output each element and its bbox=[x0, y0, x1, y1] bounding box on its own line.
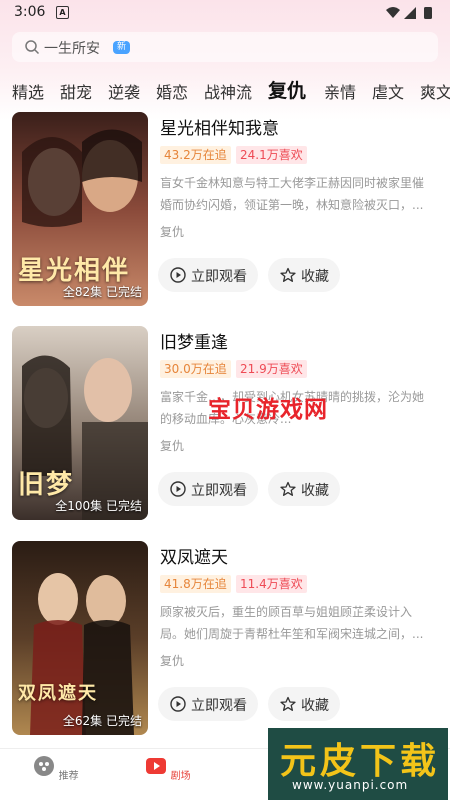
drama-genre: 复仇 bbox=[160, 439, 185, 453]
poster-art bbox=[12, 541, 148, 735]
follow-count-badge: 30.0万在追 bbox=[160, 360, 231, 378]
tab-jingxuan[interactable]: 精选 bbox=[12, 79, 44, 103]
play-icon bbox=[170, 481, 186, 497]
episode-info: 全62集 已完结 bbox=[63, 712, 142, 729]
nav-recommend[interactable]: 推荐 bbox=[26, 755, 86, 782]
star-icon bbox=[280, 267, 296, 282]
episode-count: 全82集 bbox=[62, 285, 103, 299]
drama-card[interactable]: 星光相伴 全82集 已完结 星光相伴知我意 43.2万在追 24.1万喜欢 盲女… bbox=[0, 112, 450, 312]
nav-recommend-label: 推荐 bbox=[58, 771, 79, 782]
drama-description: 盲女千金林知意与特工大佬李正赫因同时被家里催婚而协约闪婚，领证第一晚，林知意险被… bbox=[160, 176, 425, 212]
favorite-label: 收藏 bbox=[301, 269, 329, 285]
drama-status: 已完结 bbox=[105, 285, 142, 299]
watch-now-label: 立即观看 bbox=[191, 698, 247, 714]
drama-status: 已完结 bbox=[105, 714, 142, 728]
nav-theater-label: 剧场 bbox=[170, 771, 191, 782]
episode-info: 全82集 已完结 bbox=[63, 283, 142, 300]
favorite-button[interactable]: 收藏 bbox=[268, 472, 340, 506]
drama-title[interactable]: 旧梦重逢 bbox=[160, 328, 228, 353]
follow-count-badge: 43.2万在追 bbox=[160, 146, 231, 164]
drama-title[interactable]: 星光相伴知我意 bbox=[160, 114, 279, 139]
follow-count-badge: 41.8万在追 bbox=[160, 575, 231, 593]
drama-genre: 复仇 bbox=[160, 225, 185, 239]
drama-title[interactable]: 双凤遮天 bbox=[160, 543, 228, 568]
tab-nuewen[interactable]: 虐文 bbox=[372, 79, 404, 103]
new-badge: 新 bbox=[113, 41, 130, 54]
star-icon bbox=[280, 696, 296, 711]
drama-card[interactable]: 旧梦 全100集 已完结 旧梦重逢 30.0万在追 21.9万喜欢 富家千金…，… bbox=[0, 326, 450, 526]
favorite-button[interactable]: 收藏 bbox=[268, 258, 340, 292]
watch-now-label: 立即观看 bbox=[191, 483, 247, 499]
tab-hunlian[interactable]: 婚恋 bbox=[156, 79, 188, 103]
search-placeholder: 一生所安 bbox=[44, 41, 100, 57]
logo-url: www.yuanpi.com bbox=[292, 778, 409, 792]
like-count-badge: 21.9万喜欢 bbox=[236, 360, 307, 378]
tab-nixi[interactable]: 逆袭 bbox=[108, 79, 140, 103]
play-icon bbox=[170, 267, 186, 283]
search-bar[interactable]: 一生所安 新 bbox=[12, 32, 438, 62]
watch-now-button[interactable]: 立即观看 bbox=[158, 687, 258, 721]
favorite-label: 收藏 bbox=[301, 698, 329, 714]
battery-icon bbox=[424, 7, 432, 19]
tab-fuchou[interactable]: 复仇 bbox=[268, 76, 306, 103]
watch-now-button[interactable]: 立即观看 bbox=[158, 472, 258, 506]
episode-info: 全100集 已完结 bbox=[55, 497, 142, 514]
drama-poster[interactable]: 旧梦 全100集 已完结 bbox=[12, 326, 148, 520]
search-icon bbox=[25, 40, 40, 55]
theater-icon bbox=[146, 758, 167, 774]
watch-now-button[interactable]: 立即观看 bbox=[158, 258, 258, 292]
status-time: 3:06 bbox=[14, 4, 46, 20]
site-logo-watermark: 元皮下载 www.yuanpi.com bbox=[268, 728, 448, 800]
drama-description: 顾家被灭后，重生的顾百草与姐姐顾芷柔设计入局。她们周旋于青帮杜年笙和军阀宋连城之… bbox=[160, 605, 424, 641]
nav-theater[interactable]: 剧场 bbox=[138, 755, 198, 782]
drama-status: 已完结 bbox=[105, 499, 142, 513]
category-tabs: 精选 甜宠 逆袭 婚恋 战神流 复仇 亲情 虐文 爽文 bbox=[0, 70, 450, 106]
notification-icon: A bbox=[56, 6, 69, 19]
tab-zhanshenliu[interactable]: 战神流 bbox=[204, 79, 252, 103]
wifi-icon bbox=[386, 7, 400, 18]
star-icon bbox=[280, 481, 296, 496]
drama-genre: 复仇 bbox=[160, 654, 185, 668]
poster-title: 双凤遮天 bbox=[18, 683, 98, 704]
recommend-icon bbox=[34, 756, 55, 776]
logo-text: 元皮下载 bbox=[280, 740, 441, 782]
watch-now-label: 立即观看 bbox=[191, 269, 247, 285]
episode-count: 全100集 bbox=[55, 499, 103, 513]
favorite-button[interactable]: 收藏 bbox=[268, 687, 340, 721]
drama-card[interactable]: 双凤遮天 全62集 已完结 双凤遮天 41.8万在追 11.4万喜欢 顾家被灭后… bbox=[0, 541, 450, 741]
drama-poster[interactable]: 星光相伴 全82集 已完结 bbox=[12, 112, 148, 306]
signal-icon bbox=[404, 7, 416, 19]
poster-title: 星光相伴 bbox=[18, 256, 131, 286]
like-count-badge: 11.4万喜欢 bbox=[236, 575, 307, 593]
tab-shuangwen[interactable]: 爽文 bbox=[420, 79, 450, 103]
tab-tianchong[interactable]: 甜宠 bbox=[60, 79, 92, 103]
favorite-label: 收藏 bbox=[301, 483, 329, 499]
drama-poster[interactable]: 双凤遮天 全62集 已完结 bbox=[12, 541, 148, 735]
poster-title: 旧梦 bbox=[18, 470, 75, 500]
tab-qinqing[interactable]: 亲情 bbox=[324, 79, 356, 103]
status-bar: 3:06 A bbox=[0, 0, 450, 26]
episode-count: 全62集 bbox=[62, 714, 103, 728]
play-icon bbox=[170, 696, 186, 712]
status-icons bbox=[386, 7, 432, 19]
like-count-badge: 24.1万喜欢 bbox=[236, 146, 307, 164]
watermark-text: 宝贝游戏网 bbox=[208, 397, 328, 423]
